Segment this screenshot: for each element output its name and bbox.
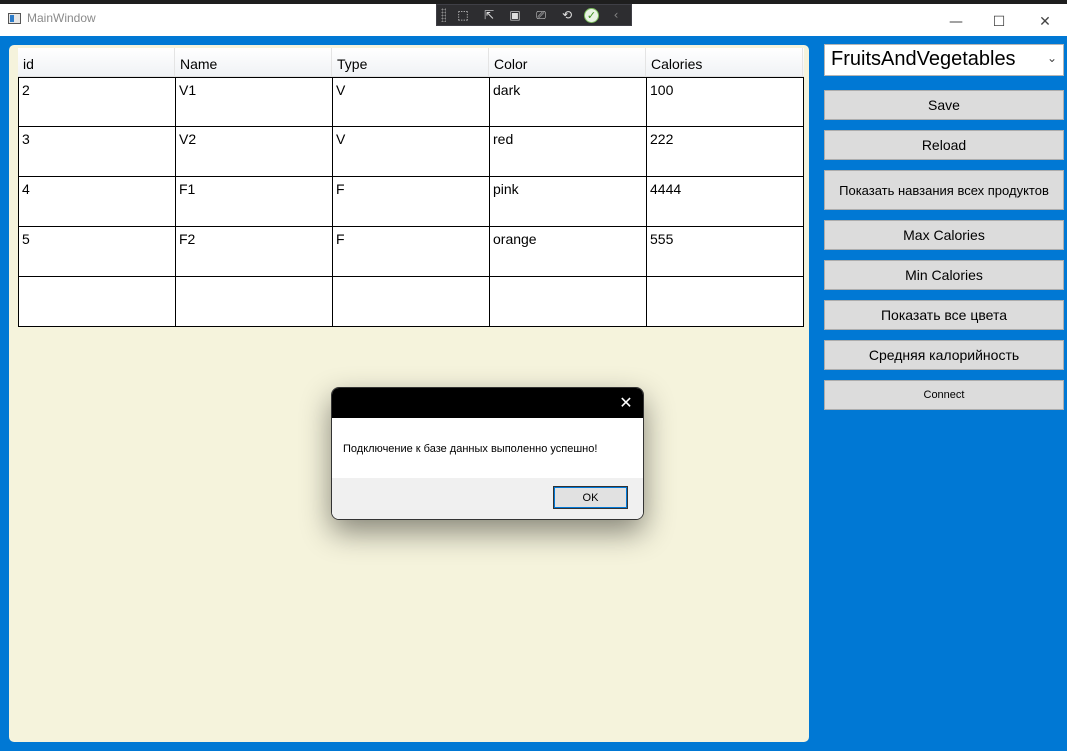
table-cell-calories[interactable]: 100 <box>646 77 804 127</box>
maximize-icon: ☐ <box>992 14 1006 30</box>
show-colors-button[interactable]: Показать все цвета <box>824 300 1064 330</box>
dialog-titlebar[interactable]: ✕ <box>332 388 643 418</box>
checkmark-icon[interactable]: ✓ <box>584 7 599 23</box>
chevron-down-icon: ⌄ <box>1046 51 1057 65</box>
message-dialog: ✕ Подключение к базе данных выполенно ус… <box>331 387 644 520</box>
table-cell-calories[interactable]: 4444 <box>646 177 804 227</box>
table-cell-color[interactable]: dark <box>489 77 646 127</box>
reload-button[interactable]: Reload <box>824 130 1064 160</box>
dialog-close-icon[interactable]: ✕ <box>617 393 635 412</box>
max-calories-button[interactable]: Max Calories <box>824 220 1064 250</box>
column-header-type[interactable]: Type <box>332 48 489 77</box>
dialog-message: Подключение к базе данных выполенно успе… <box>343 443 598 455</box>
dialog-body: Подключение к базе данных выполенно успе… <box>332 418 643 478</box>
minimize-icon: — <box>949 14 963 30</box>
grid-header: id Name Type Color Calories <box>18 48 804 77</box>
column-header-color[interactable]: Color <box>489 48 646 77</box>
table-cell-calories[interactable]: 222 <box>646 127 804 177</box>
show-product-names-button[interactable]: Показать навзания всех продуктов <box>824 170 1064 210</box>
save-button[interactable]: Save <box>824 90 1064 120</box>
hot-reload-icon[interactable]: ⟲ <box>558 7 576 23</box>
table-row[interactable]: 4 F1 Fpink 4444 <box>18 177 804 227</box>
table-cell-name[interactable] <box>175 277 332 327</box>
table-row[interactable] <box>18 277 804 327</box>
table-cell-id[interactable]: 2 <box>18 77 175 127</box>
cursor-select-icon[interactable]: ⇱ <box>480 7 498 23</box>
table-cell-color[interactable]: red <box>489 127 646 177</box>
table-cell-id[interactable] <box>18 277 175 327</box>
table-select-value: FruitsAndVegetables <box>831 48 1016 70</box>
table-cell-name[interactable]: F2 <box>175 227 332 277</box>
table-cell-type[interactable]: V <box>332 77 489 127</box>
ok-button[interactable]: OK <box>553 486 628 509</box>
connect-button[interactable]: Connect <box>824 380 1064 410</box>
table-row[interactable]: 5 F2 Forange 555 <box>18 227 804 277</box>
dialog-footer: OK <box>332 478 643 519</box>
min-calories-button[interactable]: Min Calories <box>824 260 1064 290</box>
table-cell-calories[interactable]: 555 <box>646 227 804 277</box>
table-cell-name[interactable]: V1 <box>175 77 332 127</box>
close-button[interactable]: ✕ <box>1022 8 1067 36</box>
table-cell-id[interactable]: 4 <box>18 177 175 227</box>
column-header-name[interactable]: Name <box>175 48 332 77</box>
table-cell-calories[interactable] <box>646 277 804 327</box>
close-icon: ✕ <box>1039 14 1051 30</box>
table-cell-name[interactable]: F1 <box>175 177 332 227</box>
app-icon <box>8 13 21 24</box>
average-calories-button[interactable]: Средняя калорийность <box>824 340 1064 370</box>
table-cell-color[interactable]: pink <box>489 177 646 227</box>
track-focus-icon[interactable]: ⎚ <box>532 7 550 23</box>
select-element-icon[interactable]: ⬚ <box>454 7 472 23</box>
table-select[interactable]: FruitsAndVegetables ⌄ <box>824 44 1064 76</box>
main-window: MainWindow — ☐ ✕ ⬚ ⇱ ▣ ⎚ ⟲ ✓ ‹ id Name Typ… <box>0 0 1067 751</box>
grid-rows: 2 V1 Vdark 100 3 V2 Vred 222 4 F1 Fpink 4444 5 F2 Fora… <box>18 77 804 327</box>
table-cell-type[interactable] <box>332 277 489 327</box>
table-cell-color[interactable]: orange <box>489 227 646 277</box>
table-cell-color[interactable] <box>489 277 646 327</box>
table-cell-type[interactable]: V <box>332 127 489 177</box>
collapse-chevron-icon[interactable]: ‹ <box>607 7 625 23</box>
layout-adorner-icon[interactable]: ▣ <box>506 7 524 23</box>
table-cell-type[interactable]: F <box>332 227 489 277</box>
wpf-debug-toolbar: ⬚ ⇱ ▣ ⎚ ⟲ ✓ ‹ <box>436 4 632 26</box>
column-header-id[interactable]: id <box>18 48 175 77</box>
table-row[interactable]: 2 V1 Vdark 100 <box>18 77 804 127</box>
table-cell-name[interactable]: V2 <box>175 127 332 177</box>
table-row[interactable]: 3 V2 Vred 222 <box>18 127 804 177</box>
table-cell-id[interactable]: 3 <box>18 127 175 177</box>
column-header-calories[interactable]: Calories <box>646 48 803 77</box>
table-cell-type[interactable]: F <box>332 177 489 227</box>
maximize-button[interactable]: ☐ <box>976 8 1022 36</box>
toolbar-grip-icon[interactable] <box>441 8 446 22</box>
window-title: MainWindow <box>27 11 96 25</box>
minimize-button[interactable]: — <box>933 8 979 36</box>
data-grid[interactable]: id Name Type Color Calories 2 V1 Vdark 100 3 V2 Vr… <box>18 48 804 327</box>
table-cell-id[interactable]: 5 <box>18 227 175 277</box>
